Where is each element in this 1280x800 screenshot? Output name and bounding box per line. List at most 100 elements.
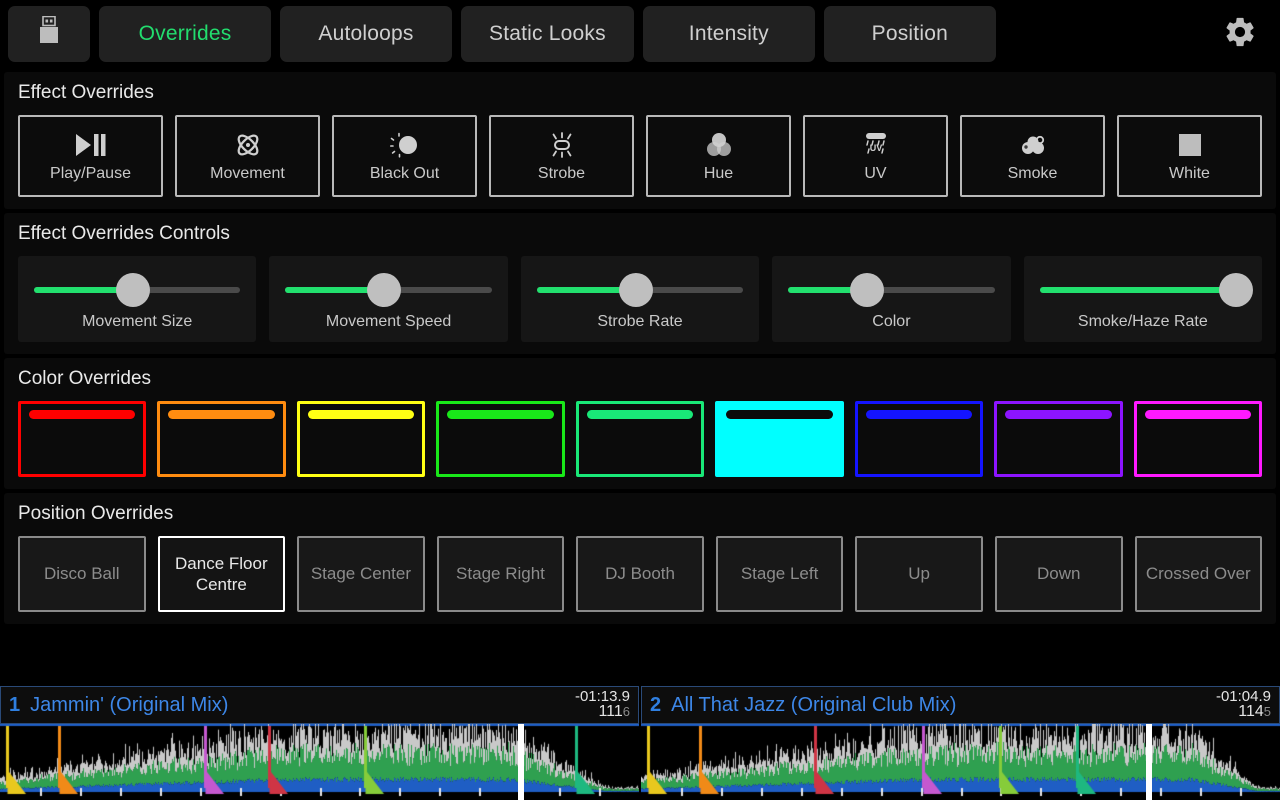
deck-2-waveform[interactable] [641, 724, 1280, 800]
deck-1-bpm-whole: 111 [598, 703, 622, 720]
effect-button-smoke[interactable]: Smoke [960, 115, 1105, 197]
settings-button[interactable] [1208, 6, 1272, 62]
color-swatch-blue[interactable] [855, 401, 983, 477]
slider-thumb[interactable] [116, 273, 150, 307]
deck-2-track-title: All That Jazz (Original Club Mix) [671, 694, 1208, 717]
position-button-down[interactable]: Down [995, 536, 1123, 612]
deck-2-bpm-decimal: 5 [1264, 704, 1271, 719]
effect-button-movement[interactable]: Movement [175, 115, 320, 197]
slider-thumb[interactable] [1219, 273, 1253, 307]
color-swatch-violet[interactable] [994, 401, 1122, 477]
deck-2: 2 All That Jazz (Original Club Mix) -01:… [641, 686, 1280, 800]
slider-smoke-haze-rate[interactable]: Smoke/Haze Rate [1024, 256, 1262, 342]
usb-drive-button[interactable] [8, 6, 90, 62]
slider-smoke-haze-rate-label: Smoke/Haze Rate [1078, 313, 1208, 331]
deck-2-playhead[interactable] [1146, 724, 1152, 800]
position-button-label: Stage Center [311, 563, 411, 584]
slider-fill [1040, 287, 1236, 293]
slider-strobe-rate[interactable]: Strobe Rate [521, 256, 759, 342]
color-swatch-bar [29, 410, 135, 419]
color-swatch-cyan[interactable] [715, 401, 843, 477]
deck-2-meta: -01:04.9 1145 [1216, 689, 1271, 722]
position-button-stage-right[interactable]: Stage Right [437, 536, 565, 612]
color-swatch-bar [1005, 410, 1111, 419]
tab-overrides[interactable]: Overrides [99, 6, 271, 62]
color-swatch-bar [168, 410, 274, 419]
slider-color-label: Color [872, 313, 910, 331]
deck-2-number: 2 [650, 694, 661, 717]
effect-button-smoke-label: Smoke [1008, 165, 1058, 183]
color-swatch-green[interactable] [436, 401, 564, 477]
effect-button-play-pause-label: Play/Pause [50, 165, 131, 183]
position-button-label: Crossed Over [1146, 563, 1251, 584]
slider-smoke-haze-rate-track[interactable] [1036, 273, 1250, 307]
effect-button-uv-label: UV [864, 165, 886, 183]
slider-movement-size-label: Movement Size [82, 313, 192, 331]
color-circles-hue-icon [704, 129, 734, 161]
slider-strobe-rate-label: Strobe Rate [597, 313, 682, 331]
position-button-label: DJ Booth [605, 563, 675, 584]
color-overrides-swatches [18, 401, 1262, 477]
deck-1-track-title: Jammin' (Original Mix) [30, 694, 567, 717]
slider-strobe-rate-track[interactable] [533, 273, 747, 307]
effect-button-black-out[interactable]: Black Out [332, 115, 477, 197]
slider-thumb[interactable] [619, 273, 653, 307]
position-button-up[interactable]: Up [855, 536, 983, 612]
usb-drive-icon [38, 16, 60, 52]
smoke-cloud-icon [1017, 129, 1049, 161]
position-button-stage-center[interactable]: Stage Center [297, 536, 425, 612]
slider-color-track[interactable] [784, 273, 998, 307]
moon-blackout-icon [390, 129, 420, 161]
slider-movement-speed[interactable]: Movement Speed [269, 256, 507, 342]
position-button-stage-left[interactable]: Stage Left [716, 536, 844, 612]
deck-1-time-remaining: -01:13.9 [575, 689, 630, 705]
position-button-dj-booth[interactable]: DJ Booth [576, 536, 704, 612]
position-button-disco-ball[interactable]: Disco Ball [18, 536, 146, 612]
white-square-icon [1177, 129, 1203, 161]
color-swatch-spring-green[interactable] [576, 401, 704, 477]
position-button-label: Dance Floor Centre [166, 553, 278, 596]
position-button-label: Stage Left [741, 563, 819, 584]
effect-button-strobe[interactable]: Strobe [489, 115, 634, 197]
slider-movement-size-track[interactable] [30, 273, 244, 307]
slider-thumb[interactable] [367, 273, 401, 307]
tab-position[interactable]: Position [824, 6, 996, 62]
slider-thumb[interactable] [850, 273, 884, 307]
position-button-label: Disco Ball [44, 563, 120, 584]
deck-waveform-panel: 1 Jammin' (Original Mix) -01:13.9 1116 2… [0, 686, 1280, 800]
slider-movement-speed-track[interactable] [281, 273, 495, 307]
color-swatch-magenta[interactable] [1134, 401, 1262, 477]
position-button-label: Stage Right [456, 563, 545, 584]
color-swatch-bar [866, 410, 972, 419]
color-swatch-orange[interactable] [157, 401, 285, 477]
effect-button-hue[interactable]: Hue [646, 115, 791, 197]
tab-autoloops[interactable]: Autoloops [280, 6, 452, 62]
deck-1-bpm-decimal: 6 [623, 704, 630, 719]
play-pause-icon [75, 129, 107, 161]
effect-button-play-pause[interactable]: Play/Pause [18, 115, 163, 197]
effect-button-white[interactable]: White [1117, 115, 1262, 197]
color-swatch-bar [1145, 410, 1251, 419]
slider-movement-size[interactable]: Movement Size [18, 256, 256, 342]
tab-intensity[interactable]: Intensity [643, 6, 815, 62]
position-overrides-title: Position Overrides [18, 503, 1262, 525]
effect-button-uv[interactable]: UV UV [803, 115, 948, 197]
color-swatch-red[interactable] [18, 401, 146, 477]
deck-1-header[interactable]: 1 Jammin' (Original Mix) -01:13.9 1116 [0, 686, 639, 724]
deck-2-header[interactable]: 2 All That Jazz (Original Club Mix) -01:… [641, 686, 1280, 724]
effect-button-movement-label: Movement [210, 165, 285, 183]
tab-position-label: Position [872, 22, 948, 46]
deck-1-meta: -01:13.9 1116 [575, 689, 630, 722]
color-swatch-bar [726, 410, 832, 419]
position-button-dance-floor-centre[interactable]: Dance Floor Centre [158, 536, 286, 612]
slider-color[interactable]: Color [772, 256, 1010, 342]
deck-1-waveform[interactable] [0, 724, 639, 800]
color-swatch-bar [447, 410, 553, 419]
tab-static-looks[interactable]: Static Looks [461, 6, 634, 62]
deck-1-playhead[interactable] [518, 724, 524, 800]
deck-1-waveform-canvas[interactable] [0, 724, 639, 800]
position-button-crossed-over[interactable]: Crossed Over [1135, 536, 1263, 612]
deck-2-waveform-canvas[interactable] [641, 724, 1280, 800]
color-swatch-yellow[interactable] [297, 401, 425, 477]
effect-overrides-section: Effect Overrides Play/Pause Movement [4, 72, 1276, 209]
